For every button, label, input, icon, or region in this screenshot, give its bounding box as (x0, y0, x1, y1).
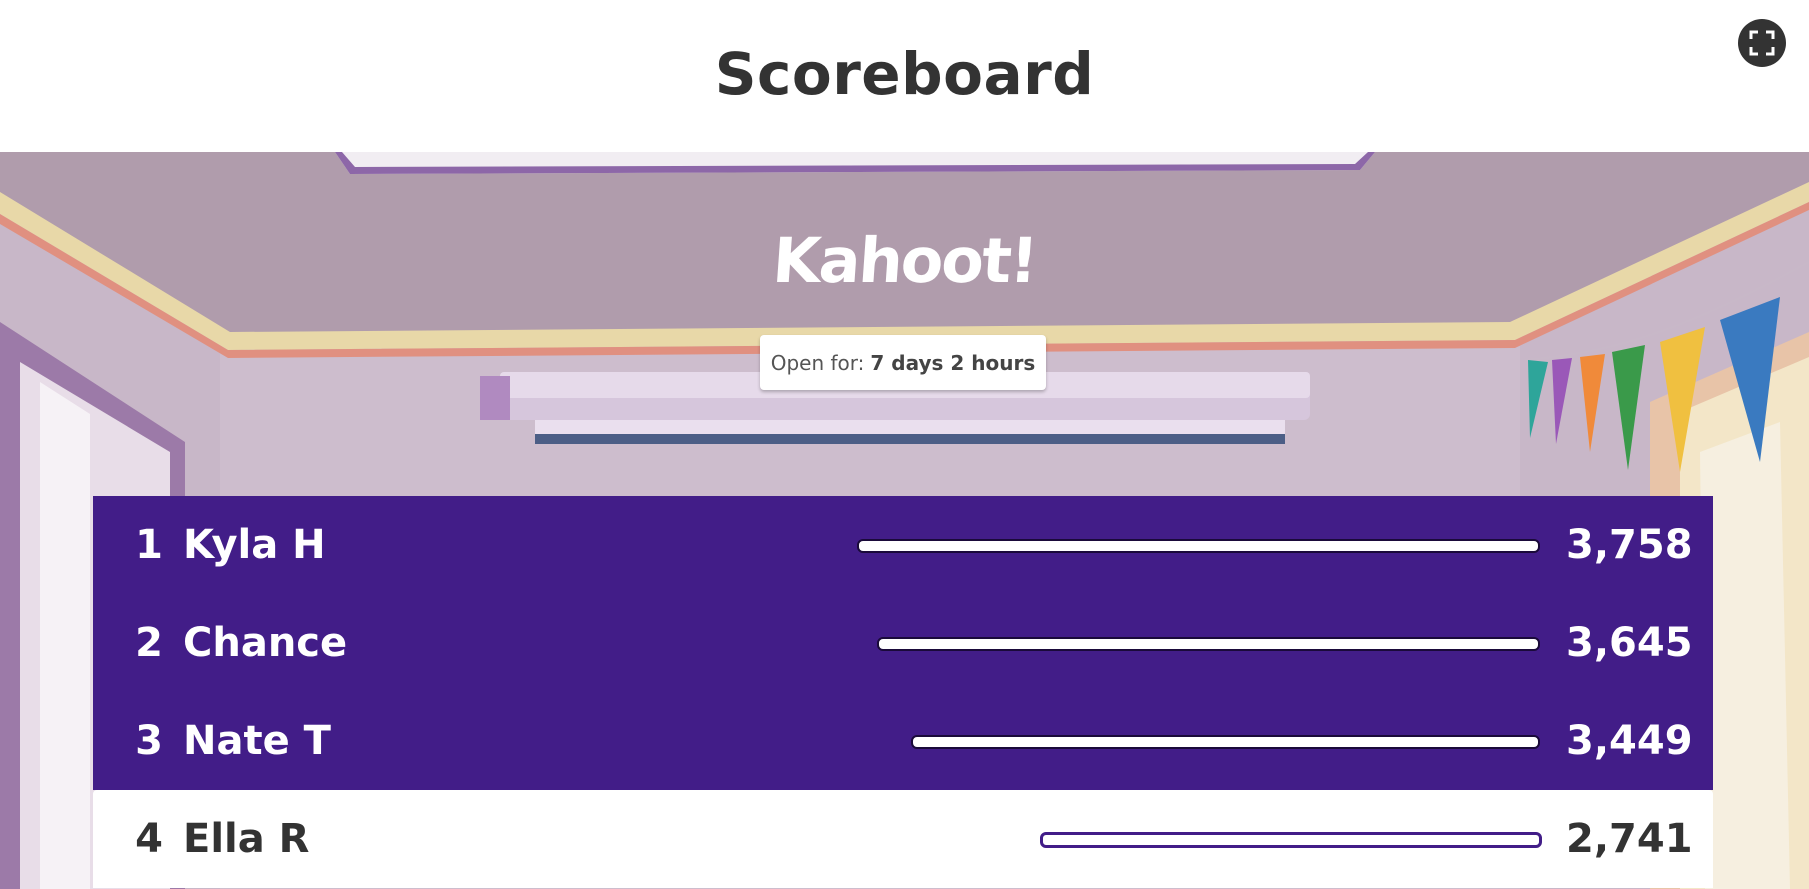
player-score: 3,645 (1566, 620, 1693, 666)
score-bar-fill (1040, 832, 1542, 848)
score-bar (842, 731, 1542, 751)
player-rank: 1 (135, 522, 163, 568)
kahoot-logo: Kahoot! (770, 224, 1039, 297)
player-score: 3,758 (1566, 522, 1693, 568)
open-for-value: 7 days 2 hours (870, 350, 1036, 375)
leaderboard-row-highlighted: 4 Ella R 2,741 (93, 790, 1713, 888)
player-name: Nate T (183, 718, 331, 764)
player-rank: 3 (135, 718, 163, 764)
player-score: 2,741 (1566, 816, 1693, 862)
leaderboard-row: 1 Kyla H 3,758 (93, 496, 1713, 594)
player-name: Chance (183, 620, 348, 666)
score-bar (842, 829, 1542, 849)
player-name: Ella R (183, 816, 310, 862)
player-rank: 4 (135, 816, 163, 862)
score-bar-fill (857, 539, 1540, 553)
fullscreen-icon (1749, 30, 1775, 56)
score-bar (842, 633, 1542, 653)
scoreboard-stage: Kahoot! Open for: 7 days 2 hours 1 Kyla … (0, 152, 1809, 889)
leaderboard-row: 3 Nate T 3,449 (93, 692, 1713, 790)
score-bar (842, 535, 1542, 555)
leaderboard-row: 2 Chance 3,645 (93, 594, 1713, 692)
player-rank: 2 (135, 620, 163, 666)
leaderboard: 1 Kyla H 3,758 2 Chance 3,645 3 Nate T 3… (93, 496, 1713, 889)
score-bar-fill (911, 735, 1540, 749)
player-score: 3,449 (1566, 718, 1693, 764)
open-for-badge: Open for: 7 days 2 hours (760, 335, 1046, 390)
fullscreen-button[interactable] (1738, 19, 1786, 67)
scoreboard-header: Scoreboard (0, 0, 1809, 152)
open-for-label: Open for: (770, 350, 865, 375)
page-title: Scoreboard (714, 40, 1095, 108)
score-bar-fill (877, 637, 1540, 651)
player-name: Kyla H (183, 522, 326, 568)
